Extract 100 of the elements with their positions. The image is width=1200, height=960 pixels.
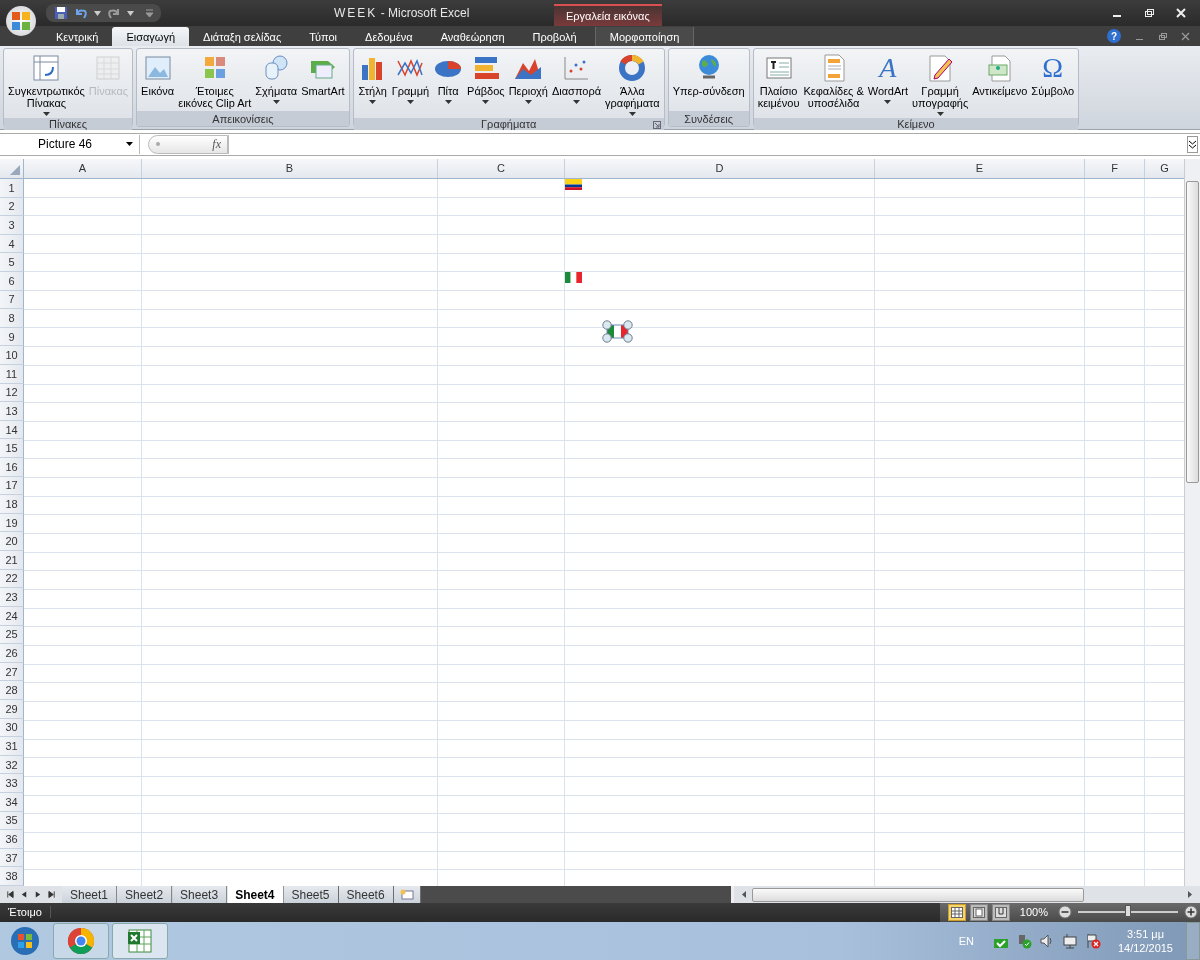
ribbon-button[interactable]: Ω Σύμβολο (1029, 51, 1077, 118)
ribbon-button[interactable]: Στήλη (355, 51, 390, 118)
sheet-tab[interactable]: Sheet3 (172, 886, 228, 903)
ribbon-button[interactable]: Έτοιμες εικόνες Clip Art (176, 51, 254, 111)
row-header[interactable]: 8 (0, 309, 24, 328)
row-header[interactable]: 18 (0, 495, 24, 514)
name-box[interactable]: Picture 46 (0, 134, 140, 154)
redo-icon[interactable] (107, 6, 121, 20)
ribbon-button[interactable]: Γραμμή υπογραφής (909, 51, 971, 118)
omega-icon: Ω (1037, 53, 1068, 83)
arrow-icon[interactable] (1186, 890, 1194, 899)
row-header[interactable]: 11 (0, 365, 24, 384)
caret-icon (524, 100, 532, 104)
row-header[interactable]: 15 (0, 439, 24, 459)
ribbon-button[interactable]: Διασπορά (549, 51, 604, 118)
column-header[interactable]: F (1085, 158, 1145, 178)
zoom-in-icon[interactable] (1184, 905, 1198, 920)
restore-icon[interactable] (1144, 8, 1154, 18)
flag-error-icon[interactable] (1084, 933, 1101, 949)
row-header[interactable]: 26 (0, 644, 24, 663)
row-header[interactable]: 31 (0, 737, 24, 756)
sheet-tab[interactable]: Sheet2 (117, 886, 173, 903)
row-header[interactable]: 5 (0, 253, 24, 272)
volume-icon[interactable] (1038, 933, 1055, 949)
ribbon-button[interactable]: Συγκεντρωτικός Πίνακας (6, 51, 87, 118)
scroll-thumb[interactable] (1186, 180, 1199, 483)
ribbon-button[interactable]: Πίτα (431, 51, 466, 118)
ribbon-button[interactable]: Πλαίσιο κειμένου (755, 51, 802, 118)
ribbon-button[interactable]: Περιοχή (506, 51, 550, 118)
view-button[interactable] (991, 904, 1010, 921)
insert-sheet-button[interactable] (393, 886, 421, 903)
undo-icon[interactable] (74, 6, 88, 20)
ribbon-tab[interactable]: Δεδομένα (351, 27, 427, 46)
row-header[interactable]: 28 (0, 681, 24, 700)
column-header[interactable]: A (24, 158, 142, 178)
ribbon-button[interactable]: Γραμμή (389, 51, 432, 118)
office-button[interactable] (6, 6, 36, 36)
skip-arrow-icon[interactable] (48, 890, 56, 899)
help-button[interactable]: ? (1107, 29, 1121, 43)
ribbon-button[interactable]: SmartArt (299, 51, 347, 111)
row-header[interactable]: 21 (0, 551, 24, 570)
ribbon-tab[interactable]: Διάταξη σελίδας (189, 27, 296, 46)
taskbar-app-button[interactable] (53, 923, 109, 959)
save-icon[interactable] (54, 6, 68, 20)
column-header[interactable]: E (875, 158, 1085, 178)
insert-function-button[interactable]: fx (212, 136, 221, 152)
caret-icon[interactable] (127, 10, 134, 16)
row-header[interactable]: 20 (0, 532, 24, 552)
caret-icon (936, 112, 944, 116)
caret-icon[interactable] (94, 10, 101, 16)
ribbon-tab[interactable]: Αναθεώρηση (426, 27, 519, 46)
ribbon-tab[interactable]: Τύποι (295, 27, 352, 46)
ribbon-button[interactable]: Κεφαλίδες & υποσέλιδα (801, 51, 866, 118)
row-header[interactable]: 38 (0, 867, 24, 887)
expand-icon[interactable] (1187, 135, 1198, 153)
vertical-scrollbar[interactable] (1184, 158, 1200, 887)
ribbon-button[interactable]: Ράβδος (465, 51, 507, 118)
sheet-tab[interactable]: Sheet5 (283, 886, 339, 903)
row-header[interactable]: 36 (0, 830, 24, 849)
row-header[interactable]: 10 (0, 346, 24, 365)
caret-icon (573, 100, 580, 104)
ribbon-tab[interactable]: Κεντρική (42, 27, 113, 46)
zoom-slider-thumb[interactable] (1125, 905, 1131, 918)
flag-picture[interactable] (565, 178, 582, 190)
zoom-level[interactable]: 100% (1019, 906, 1048, 919)
ribbon-button[interactable]: A WordArt (865, 51, 910, 118)
arrow-icon[interactable] (739, 890, 748, 899)
horizontal-scrollbar[interactable] (730, 886, 1200, 903)
row-header[interactable]: 3 (0, 216, 24, 235)
row-header[interactable]: 16 (0, 458, 24, 477)
ribbon-tab[interactable]: Μορφοποίηση (594, 27, 695, 46)
dialog-launcher-icon[interactable] (652, 121, 661, 129)
skip-arrow-icon[interactable] (6, 890, 14, 899)
column-header[interactable]: D (565, 158, 875, 178)
view-button[interactable] (947, 904, 966, 921)
row-header[interactable]: 13 (0, 402, 24, 421)
ribbon-button[interactable]: Άλλα γραφήματα (603, 51, 662, 118)
cell-grid[interactable] (24, 178, 1184, 887)
column-header[interactable]: B (142, 158, 438, 178)
sheet-tab[interactable]: Sheet1 (62, 886, 118, 903)
row-header[interactable]: 33 (0, 774, 24, 793)
sheet-tab[interactable]: Sheet4 (227, 886, 284, 903)
office-logo-icon (10, 10, 32, 32)
ribbon-tab[interactable]: Προβολή (518, 27, 591, 46)
row-header[interactable]: 23 (0, 588, 24, 607)
ribbon-tab[interactable]: Εισαγωγή (112, 27, 190, 46)
ribbon-button[interactable]: Σχήματα (253, 51, 300, 111)
customize-toolbar-icon[interactable] (146, 9, 153, 17)
column-header[interactable]: C (438, 158, 565, 178)
taskbar-app-button[interactable] (112, 923, 168, 959)
scroll-thumb[interactable] (751, 887, 1084, 902)
flag-picture[interactable] (565, 271, 582, 283)
network-icon[interactable] (1061, 933, 1078, 949)
sheet-tab[interactable]: Sheet6 (338, 886, 394, 903)
ribbon-button[interactable]: Αντικείμενο (970, 51, 1030, 118)
view-button[interactable] (969, 904, 988, 921)
zoom-out-icon[interactable] (1058, 905, 1072, 920)
ribbon-button[interactable]: Εικόνα (139, 51, 177, 111)
selected-flag-picture[interactable] (602, 319, 633, 343)
ribbon-button[interactable]: Υπερ-σύνδεση (670, 51, 747, 111)
